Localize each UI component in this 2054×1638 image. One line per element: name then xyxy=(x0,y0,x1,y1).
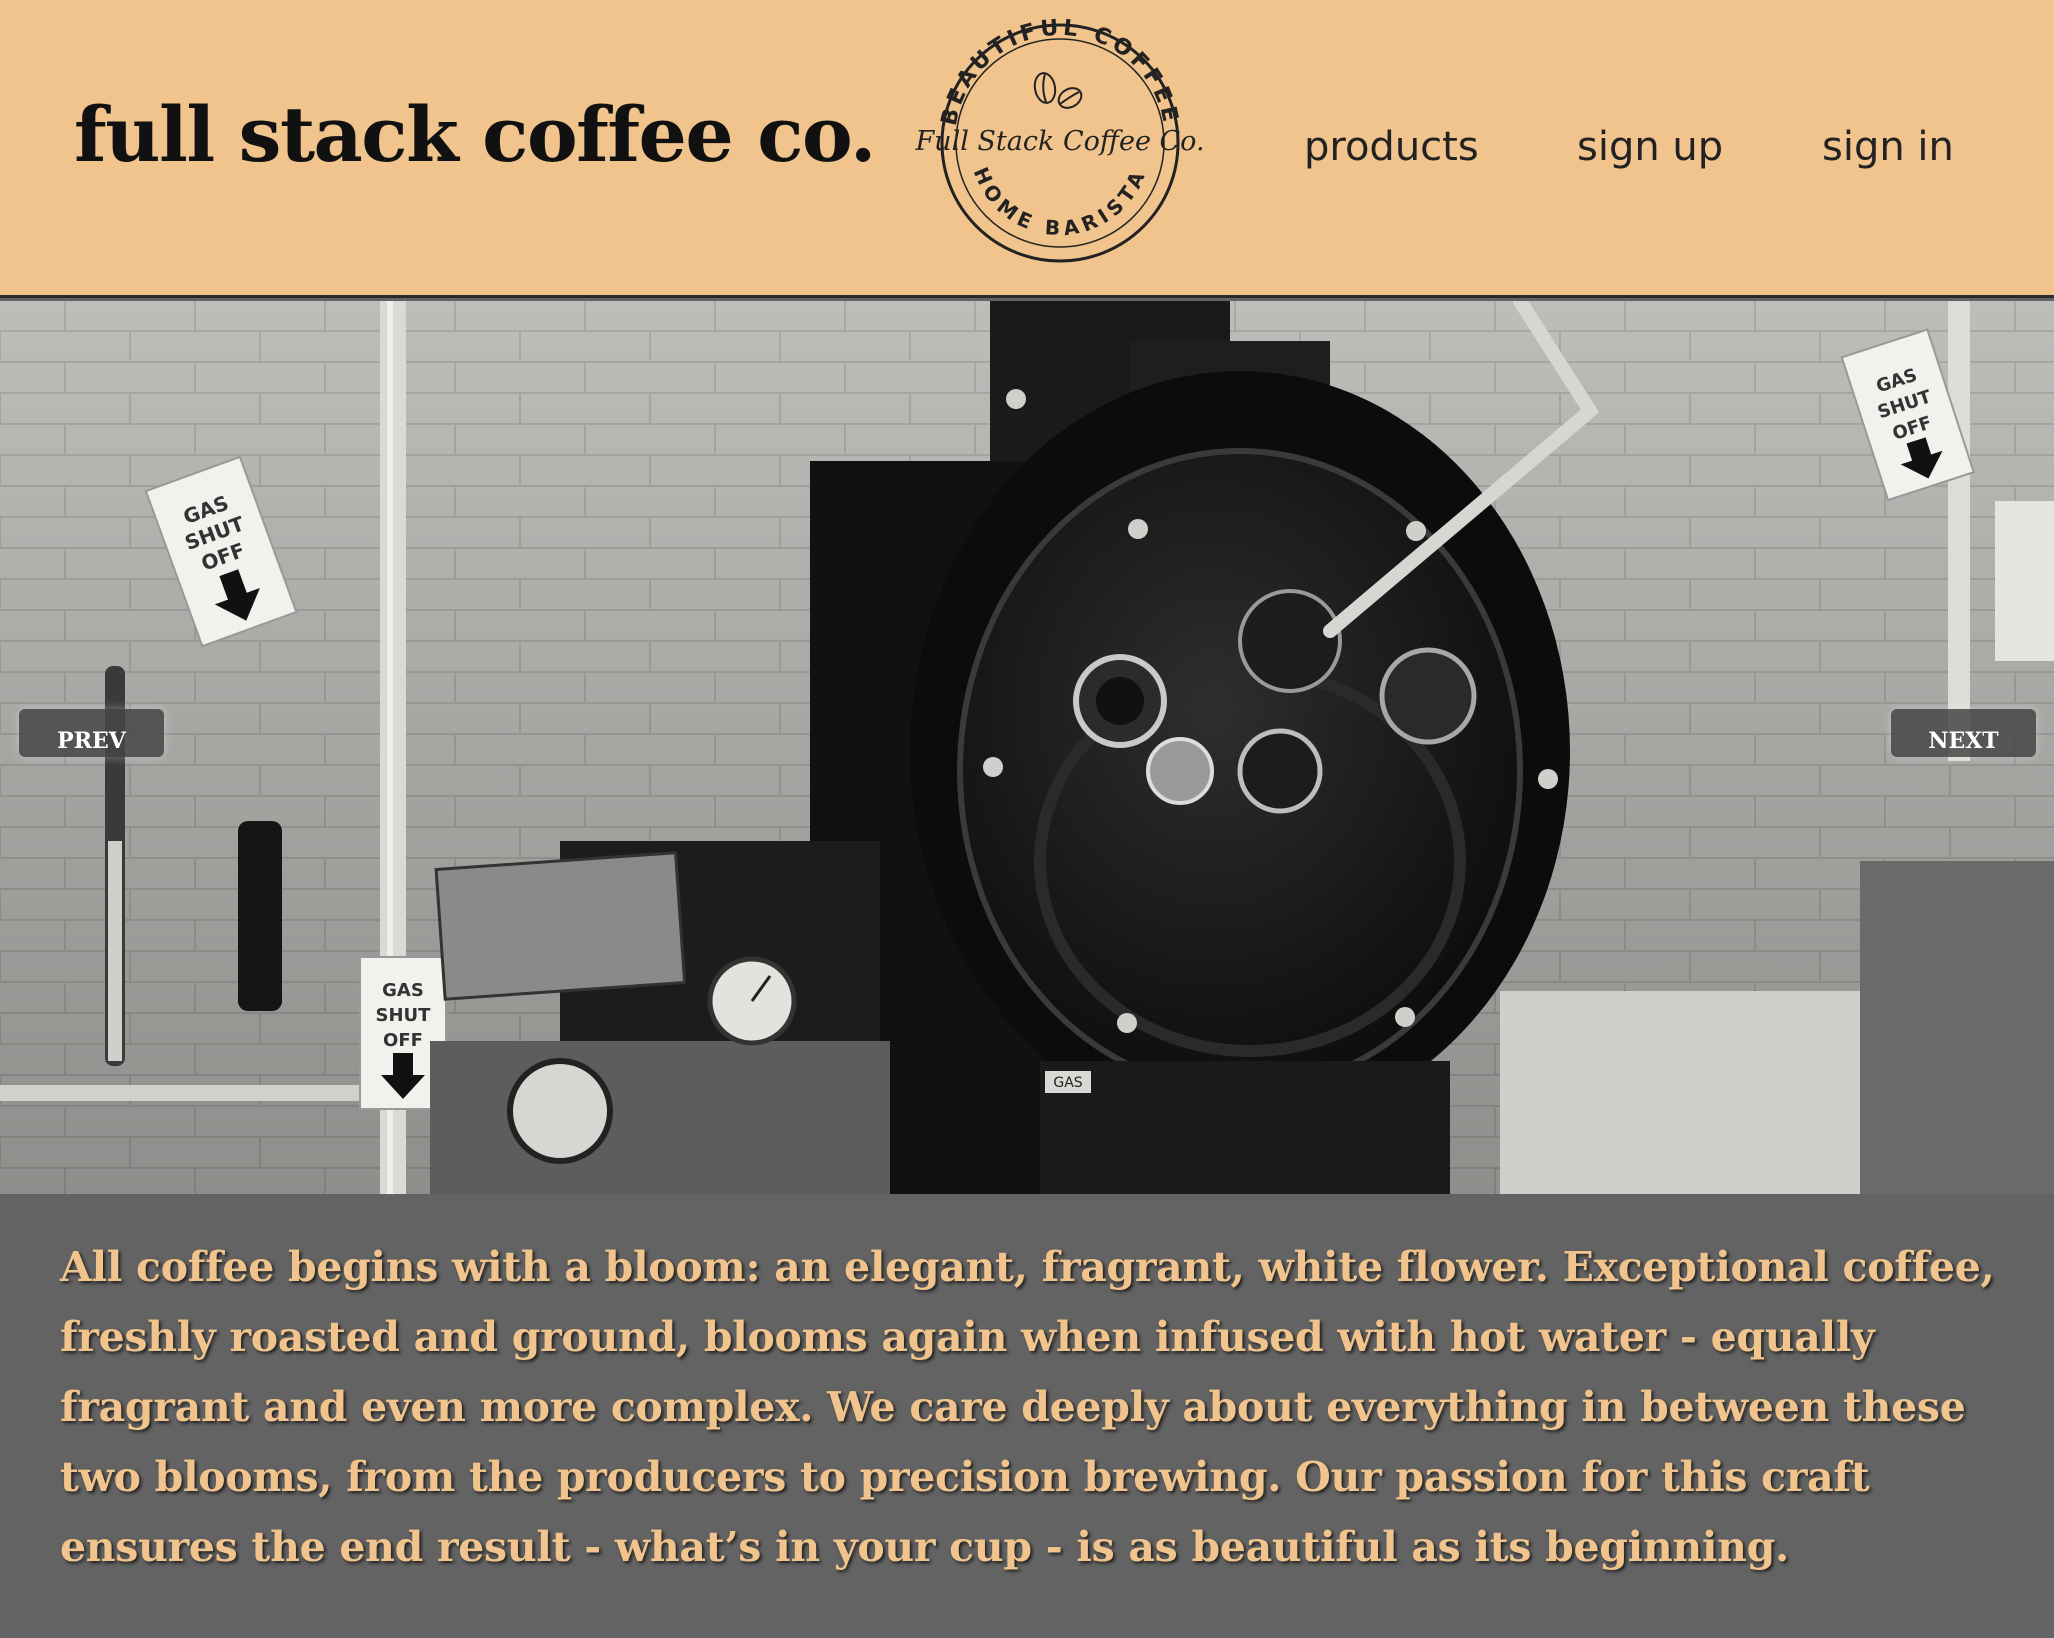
svg-text:OFF: OFF xyxy=(383,1030,423,1051)
coffee-beans-icon xyxy=(1033,72,1083,109)
svg-text:HOME BARISTA: HOME BARISTA xyxy=(969,163,1152,240)
nav-sign-up-link[interactable]: sign up xyxy=(1577,124,1723,170)
coffee-logo[interactable]: BEAUTIFUL COFFEE HOME BARISTA Full Stack… xyxy=(915,18,1205,268)
logo-bottom-text: HOME BARISTA xyxy=(969,163,1147,240)
svg-text:SHUT: SHUT xyxy=(376,1005,432,1026)
nav-sign-in-link[interactable]: sign in xyxy=(1822,124,1954,170)
svg-text:GAS: GAS xyxy=(382,980,424,1001)
brand-title[interactable]: full stack coffee co. xyxy=(74,90,876,179)
nav-products-link[interactable]: products xyxy=(1304,124,1479,170)
logo-top-text: BEAUTIFUL COFFEE xyxy=(937,18,1179,128)
logo-center-text: Full Stack Coffee Co. xyxy=(915,126,1205,157)
carousel-prev-button[interactable]: PREV xyxy=(19,709,164,757)
about-paragraph: All coffee begins with a bloom: an elega… xyxy=(60,1243,1995,1571)
site-header: full stack coffee co. BEAUTIFUL COFFEE H… xyxy=(0,0,2054,298)
carousel-next-button[interactable]: NEXT xyxy=(1891,709,2036,757)
coffee-roaster-photo: GAS SHUT OFF GAS SHUT OFF GAS SHUT OFF G… xyxy=(0,301,2054,1194)
gas-label-text: GAS xyxy=(1053,1075,1082,1091)
about-section: All coffee begins with a bloom: an elega… xyxy=(0,1194,2054,1638)
svg-text:BEAUTIFUL COFFEE: BEAUTIFUL COFFEE xyxy=(937,18,1183,128)
hero-carousel: GAS SHUT OFF GAS SHUT OFF GAS SHUT OFF G… xyxy=(0,301,2054,1194)
